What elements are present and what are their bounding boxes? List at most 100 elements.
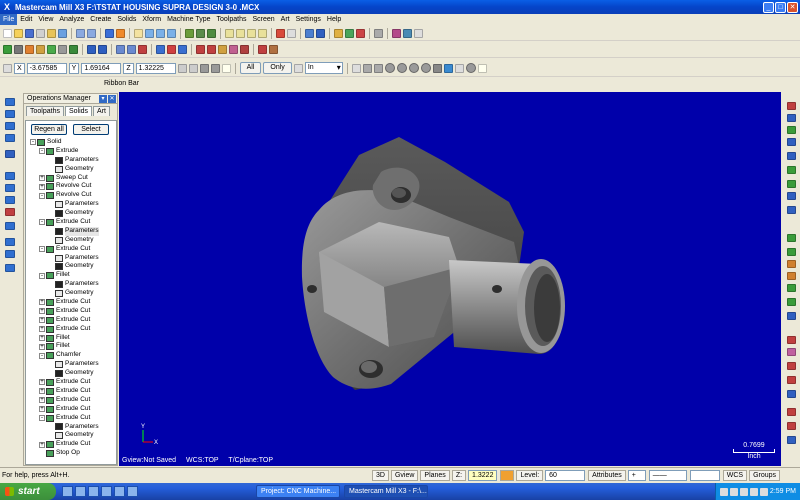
stop-icon[interactable] xyxy=(465,63,476,73)
right-tool-8-icon[interactable] xyxy=(787,192,796,200)
select-button[interactable]: Select xyxy=(73,124,109,135)
right-tool-1-icon[interactable] xyxy=(787,102,796,110)
menu-edit[interactable]: Edit xyxy=(17,14,35,25)
front-view-icon[interactable] xyxy=(236,28,245,38)
save-icon[interactable] xyxy=(25,28,34,38)
tab-art[interactable]: Art xyxy=(93,106,110,116)
right-tool-2-icon[interactable] xyxy=(787,114,796,122)
globe-icon[interactable] xyxy=(305,28,314,38)
tree-expander-icon[interactable]: + xyxy=(39,335,45,342)
drill-icon[interactable] xyxy=(218,45,227,54)
break-icon[interactable] xyxy=(127,45,136,54)
join-icon[interactable] xyxy=(138,45,147,54)
redo-icon[interactable] xyxy=(87,28,96,38)
shaded-icon[interactable] xyxy=(207,28,216,38)
tree-node[interactable]: Geometry xyxy=(26,289,116,298)
tree-node[interactable]: Geometry xyxy=(26,209,116,218)
quick-launch-media-icon[interactable] xyxy=(101,486,112,497)
right-tool-5-icon[interactable] xyxy=(787,152,796,160)
tree-node[interactable]: - Chamfer xyxy=(26,351,116,360)
solid-boolean-icon[interactable] xyxy=(5,208,15,216)
tree-expander-icon[interactable]: + xyxy=(39,308,45,315)
autocursor-settings-icon[interactable] xyxy=(188,63,198,73)
note-icon[interactable] xyxy=(98,45,107,54)
tree-expander-icon[interactable]: + xyxy=(39,441,45,448)
tray-icon-2[interactable] xyxy=(729,487,738,496)
tree-node[interactable]: Parameters xyxy=(26,226,116,236)
tree-expander-icon[interactable]: + xyxy=(39,388,45,395)
tree-node[interactable]: - Fillet xyxy=(26,271,116,280)
quick-launch-app-icon[interactable] xyxy=(114,486,125,497)
tray-icon-4[interactable] xyxy=(749,487,758,496)
menu-toolpaths[interactable]: Toolpaths xyxy=(214,14,250,25)
tree-node[interactable]: - Extrude xyxy=(26,147,116,156)
panel-close-icon[interactable]: ✕ xyxy=(108,95,116,103)
right-tool-18-icon[interactable] xyxy=(787,348,796,356)
tplane-status[interactable]: T/Cplane:TOP xyxy=(228,457,273,464)
side-view-icon[interactable] xyxy=(247,28,256,38)
gview-status[interactable]: Gview:Not Saved xyxy=(122,457,176,464)
tree-expander-icon[interactable]: - xyxy=(39,219,45,226)
fast-point-icon[interactable] xyxy=(177,63,187,73)
right-tool-11-icon[interactable] xyxy=(787,248,796,256)
z-depth-field[interactable]: 1.3222 xyxy=(468,469,498,481)
point-style-select[interactable]: + xyxy=(627,469,646,481)
solid-layout-icon[interactable] xyxy=(5,238,15,246)
zoom-window-icon[interactable] xyxy=(145,28,154,38)
quick-launch-explorer-icon[interactable] xyxy=(88,486,99,497)
tree-expander-icon[interactable]: - xyxy=(39,272,45,279)
right-tool-20-icon[interactable] xyxy=(787,376,796,384)
tray-icon-3[interactable] xyxy=(739,487,748,496)
tab-solids[interactable]: Solids xyxy=(64,106,93,116)
tree-node[interactable]: - Extrude Cut xyxy=(26,245,116,254)
wcs-button[interactable]: WCS xyxy=(722,469,748,481)
tree-node[interactable]: + Extrude Cut xyxy=(26,378,116,387)
menu-analyze[interactable]: Analyze xyxy=(56,14,87,25)
line-width-select[interactable] xyxy=(689,469,720,481)
dimension-icon[interactable] xyxy=(87,45,96,54)
units-select[interactable]: In xyxy=(304,62,343,74)
right-tool-16-icon[interactable] xyxy=(787,312,796,320)
maximize-button[interactable]: □ xyxy=(775,1,786,13)
solid-loft-icon[interactable] xyxy=(5,134,15,142)
task-mastercam[interactable]: Mastercam Mill X3 - F:\... xyxy=(344,485,428,498)
solid-extrude-icon[interactable] xyxy=(5,98,15,106)
tree-node[interactable]: + Extrude Cut xyxy=(26,396,116,405)
minimize-button[interactable]: _ xyxy=(763,1,774,13)
mirror-icon[interactable] xyxy=(167,45,176,54)
level-label[interactable]: Level: xyxy=(516,469,544,481)
solid-sweep-icon[interactable] xyxy=(5,122,15,130)
tree-node[interactable]: Geometry xyxy=(26,369,116,378)
planes-button[interactable]: Planes xyxy=(420,469,450,481)
planet-icon[interactable] xyxy=(316,28,325,38)
solid-draft-icon[interactable] xyxy=(5,222,15,230)
tree-expander-icon[interactable]: + xyxy=(39,175,45,181)
tree-node[interactable]: + Fillet xyxy=(26,342,116,351)
repaint-icon[interactable] xyxy=(116,28,125,38)
tree-node[interactable]: Parameters xyxy=(26,280,116,289)
open-file-icon[interactable] xyxy=(14,28,23,38)
tree-node[interactable]: Parameters xyxy=(26,360,116,369)
task-project-cnc[interactable]: Project: CNC Machine... xyxy=(256,485,340,498)
hidden-line-icon[interactable] xyxy=(196,28,205,38)
wcs-status[interactable]: WCS:TOP xyxy=(186,457,219,464)
tree-node[interactable]: - Revolve Cut xyxy=(26,191,116,200)
tree-node[interactable]: - Extrude Cut xyxy=(26,218,116,227)
right-tool-10-icon[interactable] xyxy=(787,234,796,242)
solid-chamfer-icon[interactable] xyxy=(5,172,15,180)
tree-node[interactable]: - Solid xyxy=(26,138,116,147)
right-tool-22-icon[interactable] xyxy=(787,408,796,416)
quick-launch-desktop-icon[interactable] xyxy=(75,486,86,497)
selection-help-icon[interactable] xyxy=(477,63,487,73)
attributes-button[interactable]: Attributes xyxy=(588,469,626,481)
start-button[interactable]: start xyxy=(0,483,56,500)
grid-icon[interactable] xyxy=(196,45,205,54)
solid-remove-icon[interactable] xyxy=(5,250,15,258)
right-tool-21-icon[interactable] xyxy=(787,390,796,398)
undo-icon[interactable] xyxy=(76,28,85,38)
in-out-icon[interactable] xyxy=(432,63,442,73)
tree-expander-icon[interactable]: - xyxy=(39,415,45,422)
post-icon[interactable] xyxy=(403,28,412,38)
tree-node[interactable]: + Extrude Cut xyxy=(26,405,116,414)
y-coordinate-field[interactable]: 1.69164 xyxy=(81,62,122,74)
